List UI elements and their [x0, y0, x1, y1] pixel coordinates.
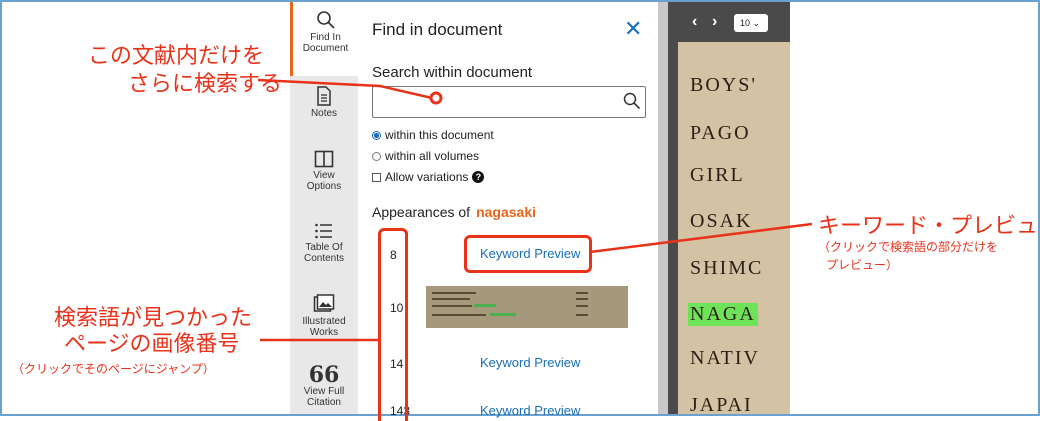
appearances-label: Appearances of — [372, 204, 471, 220]
page-number-highlight-box — [378, 228, 408, 421]
appearances-heading: Appearances of nagasaki — [372, 204, 536, 220]
search-input[interactable] — [377, 90, 621, 114]
page-word: OSAK — [690, 210, 753, 232]
rail-label-illus-2: Works — [309, 327, 339, 338]
rail-label-view-2: Options — [306, 181, 342, 192]
search-field[interactable] — [372, 86, 646, 118]
radio-within-document[interactable] — [372, 130, 381, 140]
keyword-preview-thumbnail[interactable] — [426, 286, 628, 328]
option-label-within-document: within this document — [385, 128, 494, 142]
panel-scrollbar[interactable] — [658, 2, 668, 414]
keyword-preview-highlight-box — [464, 235, 592, 273]
panel-title: Find in document — [372, 20, 503, 39]
next-page-button[interactable]: › — [712, 13, 717, 31]
annotation-page-number-2: ページの画像番号 — [64, 331, 240, 356]
page-select[interactable]: 10 ⌄ — [734, 14, 768, 32]
tool-rail: Find In Document Notes View Options Tabl… — [290, 2, 358, 414]
rail-label-2: Document — [302, 43, 349, 54]
search-label: Search within document — [372, 64, 533, 81]
quote-icon: 66 — [308, 362, 340, 388]
page-image: BOYS' PAGO GIRL OSAK SHIMC NAGA NATIV JA… — [678, 2, 790, 414]
viewer-toolbar: ‹ › 10 ⌄ — [678, 2, 790, 42]
rail-label-cite-1: View Full — [303, 386, 345, 397]
annotation-page-number-sub: （クリックでそのページにジャンプ） — [12, 362, 215, 376]
rail-label-toc-2: Contents — [303, 253, 345, 264]
page-word: NATIV — [690, 347, 760, 369]
option-allow-variations[interactable]: Allow variations ? — [372, 170, 485, 184]
rail-view-options[interactable]: View Options — [290, 150, 358, 192]
rail-label-cite-2: Citation — [307, 397, 341, 408]
option-within-document[interactable]: within this document — [372, 128, 494, 142]
page-word: JAPAI — [690, 394, 753, 414]
rail-label-view-1: View — [313, 170, 335, 181]
previous-page-button[interactable]: ‹ — [692, 13, 697, 31]
notes-icon — [317, 86, 331, 106]
option-within-all-volumes[interactable]: within all volumes — [372, 149, 479, 163]
rail-label-notes: Notes — [310, 108, 338, 119]
rail-label-1: Find In — [310, 32, 341, 43]
close-button[interactable]: ✕ — [624, 16, 642, 42]
rail-illustrated-works[interactable]: Illustrated Works — [290, 294, 358, 338]
page-word-highlighted: NAGA — [688, 303, 758, 326]
rail-find-in-document[interactable]: Find In Document — [290, 2, 358, 76]
annotation-keyword-preview: キーワード・プレビュー — [818, 213, 1040, 238]
search-submit-icon[interactable] — [623, 92, 641, 110]
image-icon — [313, 294, 335, 312]
rail-table-of-contents[interactable]: Table Of Contents — [290, 222, 358, 264]
rail-view-full-citation[interactable]: 66 View Full Citation — [290, 364, 358, 408]
help-icon[interactable]: ? — [472, 171, 485, 183]
viewer-gutter — [668, 2, 678, 414]
rail-label-toc-1: Table Of — [305, 242, 343, 253]
page-word: SHIMC — [690, 257, 764, 279]
book-view-icon — [314, 150, 334, 168]
option-label-allow-variations: Allow variations — [385, 170, 469, 184]
annotation-search-within-2: さらに検索する — [128, 71, 283, 96]
option-label-within-all: within all volumes — [385, 149, 480, 163]
checkbox-allow-variations[interactable] — [372, 172, 381, 182]
radio-within-all-volumes[interactable] — [372, 151, 381, 161]
keyword-term: nagasaki — [476, 204, 537, 220]
search-icon — [316, 11, 335, 29]
page-word: BOYS' — [690, 74, 757, 96]
annotation-keyword-preview-sub-1: （クリックで検索語の部分だけを — [818, 240, 999, 254]
list-icon — [315, 223, 332, 239]
page-word: GIRL — [690, 164, 745, 186]
page-word: PAGO — [690, 122, 751, 144]
rail-notes[interactable]: Notes — [290, 86, 358, 119]
annotation-keyword-preview-sub-2: プレビュー） — [826, 258, 899, 272]
rail-label-illus-1: Illustrated — [302, 316, 346, 327]
keyword-preview-link-14[interactable]: Keyword Preview — [480, 355, 580, 370]
